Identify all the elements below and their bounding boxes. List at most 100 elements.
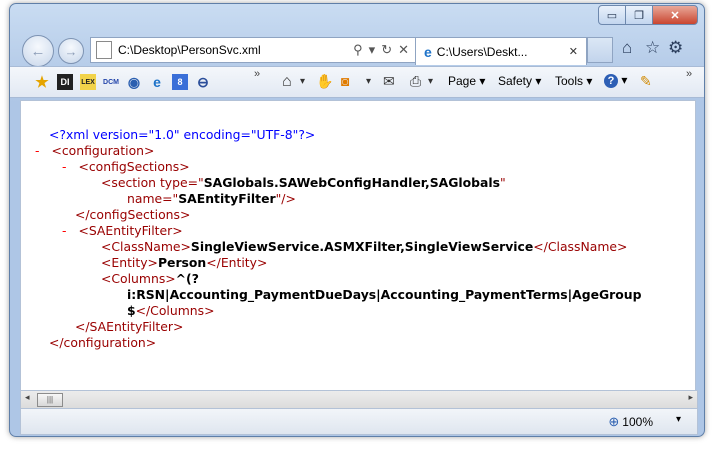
xml-configuration-close: </configuration>: [49, 335, 157, 350]
gear-icon[interactable]: ⚙: [668, 38, 683, 58]
xml-text-value: SingleViewService.ASMXFilter,SingleViewS…: [190, 239, 534, 254]
xml-tag: <section type=": [101, 175, 204, 190]
xml-saentityfilter-close: </SAEntityFilter>: [75, 319, 184, 334]
favorites-icon[interactable]: ☆: [645, 38, 660, 58]
xml-saentityfilter-open: - <SAEntityFilter>: [62, 223, 183, 239]
zoom-icon: ⊕: [608, 414, 620, 429]
browser-window: ▭ ❐ ✕ ← → C:\Desktop\PersonSvc.xml ⚲ ▾ ↻…: [9, 3, 705, 437]
favorite-ie-icon[interactable]: e: [149, 74, 165, 90]
chevron-down-icon[interactable]: ▾: [369, 42, 376, 58]
close-button[interactable]: ✕: [652, 5, 698, 25]
research-icon[interactable]: ✎: [640, 73, 652, 90]
zoom-dropdown-icon[interactable]: ▾: [676, 414, 681, 425]
help-icon: ?: [604, 74, 618, 88]
xml-viewer: <?xml version="1.0" encoding="UTF-8"?> -…: [20, 100, 696, 392]
toolbar: ★ DI LEX DCM ◉ e 8 ⊖ » ⌂ ▾ ✋ ◙ ▾ ✉ ⎙ ▾ P…: [10, 66, 704, 98]
forward-button[interactable]: →: [58, 38, 84, 64]
collapse-toggle[interactable]: -: [35, 143, 39, 158]
add-favorites-star-icon[interactable]: ★: [34, 74, 50, 91]
stop-icon[interactable]: ✕: [398, 42, 409, 58]
scroll-right-arrow-icon[interactable]: ▸: [688, 392, 693, 403]
collapse-toggle[interactable]: -: [62, 159, 66, 174]
command-home-icon[interactable]: ⌂: [282, 73, 292, 91]
xml-columns-line-3: $</Columns>: [127, 303, 214, 319]
xml-configsections-open: - <configSections>: [62, 159, 190, 175]
feeds-dropdown-icon[interactable]: ▾: [366, 76, 371, 87]
xml-section-line-1: <section type="SAGlobals.SAWebConfigHand…: [101, 175, 506, 191]
search-icon[interactable]: ⚲: [353, 42, 363, 58]
forward-arrow-icon: →: [64, 43, 78, 59]
print-dropdown-icon[interactable]: ▾: [428, 76, 433, 87]
xml-tag: <Entity>: [101, 255, 158, 270]
xml-columns-line-1: <Columns>^(?: [101, 271, 199, 287]
restore-button[interactable]: ❐: [625, 5, 653, 25]
feeds-icon[interactable]: ◙: [341, 73, 349, 89]
ie-logo-icon: e: [424, 43, 432, 60]
favorite-lex[interactable]: LEX: [80, 74, 96, 90]
xml-entity: <Entity>Person</Entity>: [101, 255, 267, 271]
xml-attr-value: SAGlobals.SAWebConfigHandler,SAGlobals: [203, 175, 501, 190]
favorite-dcm[interactable]: DCM: [103, 74, 119, 90]
xml-tag: <ClassName>: [101, 239, 191, 254]
home-icon[interactable]: ⌂: [622, 38, 632, 58]
favorite-lock-icon[interactable]: ⊖: [195, 74, 211, 90]
safety-menu[interactable]: Safety ▾: [498, 74, 541, 88]
xml-tag: </ClassName>: [533, 239, 628, 254]
address-text[interactable]: C:\Desktop\PersonSvc.xml: [118, 43, 353, 57]
favorite-di[interactable]: DI: [57, 74, 73, 90]
xml-tag: <Columns>: [101, 271, 176, 286]
status-bar: ⊕ 100% ▾: [20, 408, 698, 435]
tab-title: C:\Users\Deskt...: [436, 44, 528, 59]
scrollbar-thumb[interactable]: |||: [37, 393, 63, 407]
xml-tag: </Entity>: [206, 255, 268, 270]
collapse-toggle[interactable]: -: [62, 223, 66, 238]
mail-icon[interactable]: ✉: [383, 73, 395, 90]
back-button[interactable]: ←: [22, 35, 54, 67]
new-tab-button[interactable]: [587, 37, 613, 63]
grip-icon: |||: [46, 395, 54, 404]
print-icon[interactable]: ⎙: [410, 73, 421, 90]
zoom-control[interactable]: ⊕ 100%: [608, 414, 653, 430]
horizontal-scrollbar[interactable]: ◂ ||| ▸: [20, 390, 698, 409]
favorite-google-icon[interactable]: 8: [172, 74, 188, 90]
xml-attr-value: SAEntityFilter: [178, 191, 276, 206]
favorite-globe-icon[interactable]: ◉: [126, 74, 142, 90]
xml-tag: <configSections>: [78, 159, 190, 174]
xml-text-value: $: [127, 303, 136, 318]
xml-classname: <ClassName>SingleViewService.ASMXFilter,…: [101, 239, 627, 255]
xml-configuration-open: - <configuration>: [35, 143, 154, 159]
page-menu-label: Page: [448, 74, 477, 88]
scroll-left-arrow-icon[interactable]: ◂: [25, 392, 30, 403]
safety-menu-label: Safety: [498, 74, 533, 88]
refresh-icon[interactable]: ↻: [381, 42, 392, 58]
hand-icon[interactable]: ✋: [316, 73, 333, 90]
chevron-down-icon: ▾: [621, 73, 628, 87]
home-dropdown-icon[interactable]: ▾: [300, 76, 305, 87]
xml-tag: <configuration>: [51, 143, 155, 158]
xml-text-value: Person: [157, 255, 207, 270]
caption-buttons: ▭ ❐ ✕: [598, 5, 698, 25]
xml-tag: <SAEntityFilter>: [78, 223, 183, 238]
help-menu[interactable]: ? ▾: [604, 73, 627, 88]
xml-configsections-close: </configSections>: [75, 207, 191, 222]
xml-attr-name: name=": [127, 191, 179, 206]
back-arrow-icon: ←: [30, 42, 46, 60]
xml-declaration: <?xml version="1.0" encoding="UTF-8"?>: [49, 127, 316, 142]
xml-tag: </Columns>: [135, 303, 215, 318]
favorites-overflow-icon[interactable]: »: [254, 68, 260, 80]
tools-menu[interactable]: Tools ▾: [555, 74, 592, 88]
command-overflow-icon[interactable]: »: [686, 68, 692, 80]
xml-columns-line-2: i:RSN|Accounting_PaymentDueDays|Accounti…: [127, 287, 642, 302]
xml-tag-end: "/>: [275, 191, 296, 206]
xml-quote: ": [500, 175, 506, 190]
chevron-down-icon: ▾: [535, 74, 542, 88]
tab-close-icon[interactable]: ✕: [569, 45, 578, 58]
address-bar[interactable]: C:\Desktop\PersonSvc.xml ⚲ ▾ ↻ ✕: [90, 37, 416, 63]
page-icon: [96, 41, 112, 59]
page-menu[interactable]: Page ▾: [448, 74, 485, 88]
xml-text-value: ^(?: [175, 271, 199, 286]
browser-tab[interactable]: e C:\Users\Deskt... ✕: [415, 37, 587, 65]
zoom-level: 100%: [622, 415, 653, 429]
chevron-down-icon: ▾: [586, 74, 593, 88]
minimize-button[interactable]: ▭: [598, 5, 626, 25]
